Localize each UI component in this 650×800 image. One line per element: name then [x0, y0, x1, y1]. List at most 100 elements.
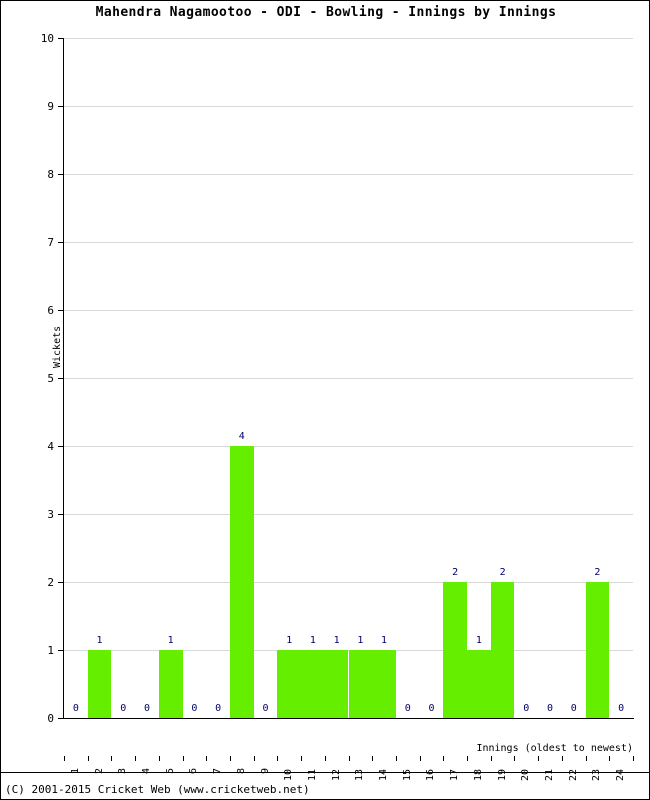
bar[interactable] [467, 650, 491, 718]
x-axis-line [63, 718, 634, 719]
bar[interactable] [229, 446, 254, 718]
bar-slot: 1 [324, 38, 349, 718]
bar-slot: 0 [111, 38, 135, 718]
x-tick-label: 7 [212, 767, 224, 775]
x-tick-mark [585, 756, 587, 761]
y-tick-mark [58, 106, 63, 107]
bar-slot: 0 [183, 38, 207, 718]
y-tick-mark [58, 718, 63, 719]
x-tick-label: 20 [520, 768, 532, 782]
bar[interactable] [585, 582, 610, 718]
x-tick-mark [348, 756, 350, 761]
y-tick-label: 9 [47, 100, 54, 113]
y-axis-label: Wickets [52, 325, 63, 368]
x-tick-label: 21 [544, 768, 556, 782]
bar-slot: 2 [443, 38, 468, 718]
x-tick-label: 10 [283, 768, 295, 782]
x-axis-label: Innings (oldest to newest) [476, 743, 633, 754]
y-tick-label: 5 [47, 372, 54, 385]
y-tick-mark [58, 582, 63, 583]
bar-value-label: 0 [120, 703, 127, 714]
bar-value-label: 1 [357, 635, 364, 646]
bar-series: 0 1 0 0 1 0 0 4 0 1 1 1 1 1 0 0 2 1 2 0 0 0 2 0 [64, 38, 633, 718]
bar-value-label: 0 [262, 703, 269, 714]
bar-value-label: 1 [286, 635, 293, 646]
bar[interactable] [443, 582, 468, 718]
bar-value-label: 0 [72, 703, 79, 714]
x-tick-mark [419, 756, 421, 761]
x-tick-label: 19 [496, 768, 508, 782]
x-tick-label: 24 [615, 768, 627, 782]
bar-value-label: 0 [618, 703, 625, 714]
y-tick-mark [58, 174, 63, 175]
bar-value-label: 1 [333, 635, 340, 646]
x-tick-mark [467, 756, 469, 761]
y-tick-label: 2 [47, 576, 54, 589]
bar-slot: 0 [514, 38, 538, 718]
footer-copyright: (C) 2001-2015 Cricket Web (www.cricketwe… [5, 783, 310, 796]
bar-slot: 1 [348, 38, 373, 718]
bar-value-label: 0 [428, 703, 435, 714]
bar-slot: 0 [538, 38, 562, 718]
bar-value-label: 1 [475, 635, 482, 646]
bar[interactable] [490, 582, 515, 718]
x-tick-mark [490, 756, 492, 761]
bar-value-label: 0 [143, 703, 150, 714]
bar[interactable] [301, 650, 325, 718]
x-tick-mark [372, 756, 374, 761]
x-tick-label: 16 [425, 768, 437, 782]
y-tick-mark [58, 310, 63, 311]
y-tick-mark [58, 514, 63, 515]
x-tick-label: 22 [567, 768, 579, 782]
y-tick-mark [58, 38, 63, 39]
chart-title: Mahendra Nagamootoo - ODI - Bowling - In… [95, 5, 557, 20]
bar-value-label: 1 [96, 635, 103, 646]
bar-value-label: 0 [546, 703, 554, 714]
x-tick-mark [395, 756, 397, 761]
bar-value-label: 0 [191, 703, 198, 714]
x-tick-mark [206, 756, 208, 761]
bar-slot: 1 [87, 38, 112, 718]
x-tick-mark [229, 756, 231, 761]
bar[interactable] [372, 650, 396, 718]
bar-slot: 0 [254, 38, 278, 718]
chart-page: Mahendra Nagamootoo - ODI - Bowling - In… [0, 0, 650, 800]
x-tick-mark [538, 756, 540, 761]
bar[interactable] [158, 650, 183, 718]
x-tick-label: 13 [354, 768, 366, 782]
bar-slot: 0 [396, 38, 420, 718]
x-tick-label: 14 [378, 768, 390, 782]
x-tick-label: 12 [330, 768, 342, 782]
y-tick-mark [58, 378, 63, 379]
x-tick-label: 2 [93, 767, 105, 775]
bar-value-label: 2 [452, 567, 459, 578]
y-tick-label: 3 [47, 508, 54, 521]
bar-value-label: 0 [404, 703, 411, 714]
bar-value-label: 4 [238, 431, 245, 442]
y-tick-mark [58, 650, 63, 651]
bar-value-label: 2 [499, 567, 506, 578]
bar-slot: 1 [277, 38, 302, 718]
x-tick-label: 23 [591, 768, 603, 782]
bar[interactable] [277, 650, 302, 718]
bar[interactable] [348, 650, 373, 718]
x-tick-label: 18 [472, 768, 484, 782]
bar-value-label: 1 [167, 635, 174, 646]
x-tick-mark [514, 756, 516, 761]
x-tick-label: 6 [188, 767, 200, 775]
bar-slot: 4 [229, 38, 254, 718]
bar[interactable] [324, 650, 349, 718]
x-tick-mark [633, 756, 634, 761]
x-tick-label: 3 [117, 767, 129, 775]
x-tick-mark [301, 756, 303, 761]
x-tick-mark [111, 756, 113, 761]
bar-slot: 0 [562, 38, 586, 718]
bar[interactable] [87, 650, 112, 718]
bar-slot: 0 [135, 38, 159, 718]
x-tick-label: 8 [235, 767, 247, 775]
y-tick-label: 0 [47, 712, 54, 725]
bar-value-label: 1 [309, 635, 316, 646]
bar-slot: 0 [206, 38, 230, 718]
x-tick-mark [277, 756, 279, 761]
bar-slot: 0 [420, 38, 444, 718]
